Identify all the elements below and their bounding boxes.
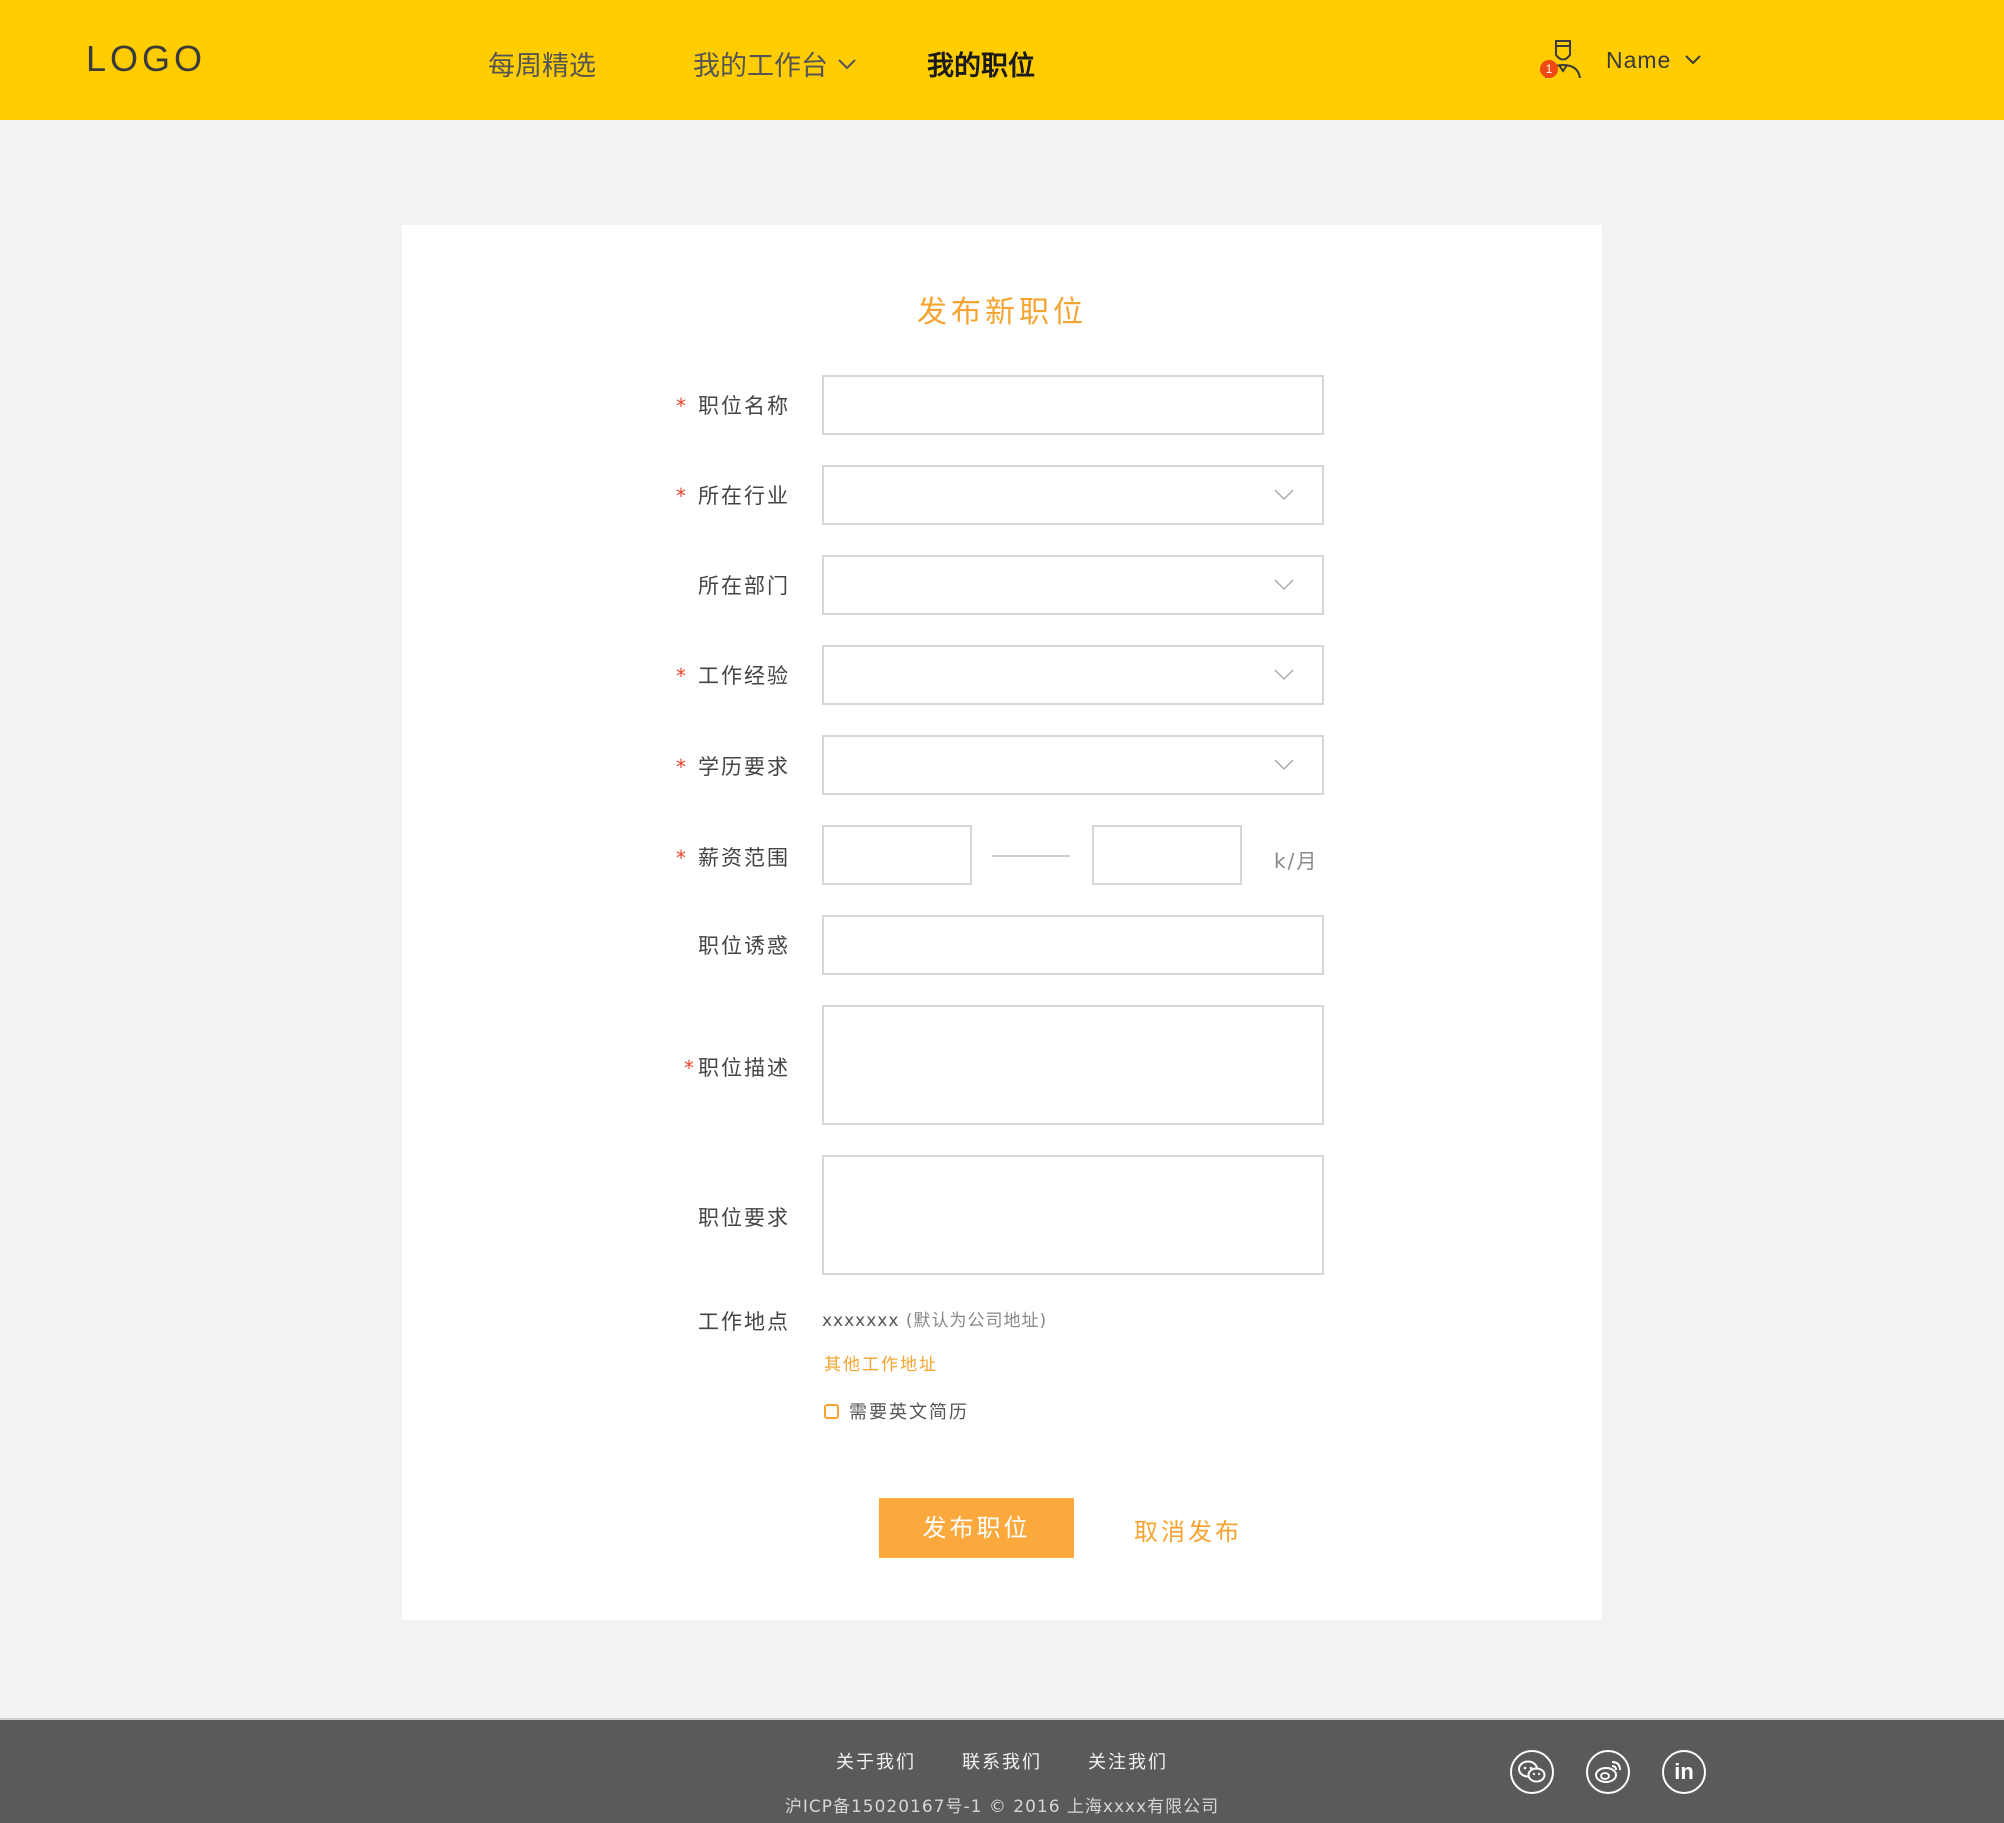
label-text: 职位描述 [698,1056,790,1080]
label-text: 职位诱惑 [698,934,790,958]
department-select[interactable] [822,555,1324,615]
notification-badge: 1 [1540,60,1558,78]
chevron-down-icon [1274,489,1294,501]
label-benefits: 职位诱惑 [590,930,790,960]
top-bar: LOGO 每周精选 我的工作台 我的职位 1 Name [0,0,2004,120]
linkedin-button[interactable]: in [1662,1750,1706,1794]
required-mark: * [684,1056,696,1080]
required-mark: * [676,846,688,870]
english-resume-checkbox[interactable] [824,1403,839,1419]
cancel-publish-button[interactable]: 取消发布 [1134,1512,1242,1547]
label-text: 学历要求 [698,755,790,779]
required-mark: * [676,664,688,688]
job-requirements-textarea[interactable] [822,1155,1324,1275]
weibo-icon [1595,1761,1621,1783]
page-title: 发布新职位 [917,295,1087,330]
user-menu[interactable]: 1 Name [1540,38,1702,82]
wechat-icon [1518,1760,1546,1783]
label-education: * 学历要求 [590,751,790,781]
experience-select[interactable] [822,645,1324,705]
linkedin-icon: in [1674,1759,1694,1784]
user-avatar: 1 [1540,38,1590,82]
english-resume-option[interactable]: 需要英文简历 [824,1398,969,1424]
label-job-title: * 职位名称 [590,390,790,420]
education-select[interactable] [822,735,1324,795]
required-mark: * [676,755,688,779]
copyright: 沪ICP备15020167号-1 © 2016 上海xxxx有限公司 [784,1797,1220,1817]
english-resume-label: 需要英文简历 [849,1402,969,1423]
wechat-button[interactable] [1510,1750,1554,1794]
chevron-down-icon [1274,759,1294,771]
label-industry: * 所在行业 [590,480,790,510]
work-location-value: xxxxxxx (默认为公司地址) [822,1306,1047,1331]
chevron-down-icon [1274,579,1294,591]
job-description-textarea[interactable] [822,1005,1324,1125]
location-address: xxxxxxx [822,1311,900,1331]
nav-my-workspace[interactable]: 我的工作台 [693,44,856,83]
publish-job-button[interactable]: 发布职位 [879,1498,1074,1558]
benefits-input[interactable] [822,915,1324,975]
weibo-button[interactable] [1586,1750,1630,1794]
label-job-description: *职位描述 [590,1052,790,1082]
footer-link-about[interactable]: 关于我们 [836,1748,916,1774]
label-text: 工作经验 [698,664,790,688]
other-location-link[interactable]: 其他工作地址 [824,1350,938,1375]
salary-max-input[interactable] [1092,825,1242,885]
nav-my-jobs[interactable]: 我的职位 [927,44,1035,83]
chevron-down-icon [1685,55,1702,65]
label-text: 职位名称 [698,394,790,418]
label-text: 工作地点 [698,1310,790,1334]
logo[interactable]: LOGO [86,38,206,80]
required-mark: * [676,484,688,508]
label-experience: * 工作经验 [590,660,790,690]
label-text: 薪资范围 [698,846,790,870]
label-job-requirements: 职位要求 [590,1202,790,1232]
label-work-location: 工作地点 [590,1306,790,1336]
label-department: 所在部门 [590,570,790,600]
label-text: 职位要求 [698,1206,790,1230]
range-separator [992,855,1070,857]
industry-select[interactable] [822,465,1324,525]
chevron-down-icon [1274,669,1294,681]
salary-min-input[interactable] [822,825,972,885]
footer: 关于我们 联系我们 关注我们 沪ICP备15020167号-1 © 2016 上… [0,1718,2004,1823]
label-text: 所在部门 [698,574,790,598]
label-text: 所在行业 [698,484,790,508]
chevron-down-icon [838,58,856,69]
location-note: (默认为公司地址) [905,1311,1048,1331]
job-title-input[interactable] [822,375,1324,435]
user-name: Name [1606,46,1672,73]
nav-weekly-picks[interactable]: 每周精选 [488,44,596,83]
footer-link-contact[interactable]: 联系我们 [962,1748,1042,1774]
salary-unit: k/月 [1274,849,1319,873]
label-salary: * 薪资范围 [590,842,790,872]
required-mark: * [676,394,688,418]
nav-my-workspace-label: 我的工作台 [693,51,828,82]
footer-link-follow[interactable]: 关注我们 [1088,1748,1168,1774]
